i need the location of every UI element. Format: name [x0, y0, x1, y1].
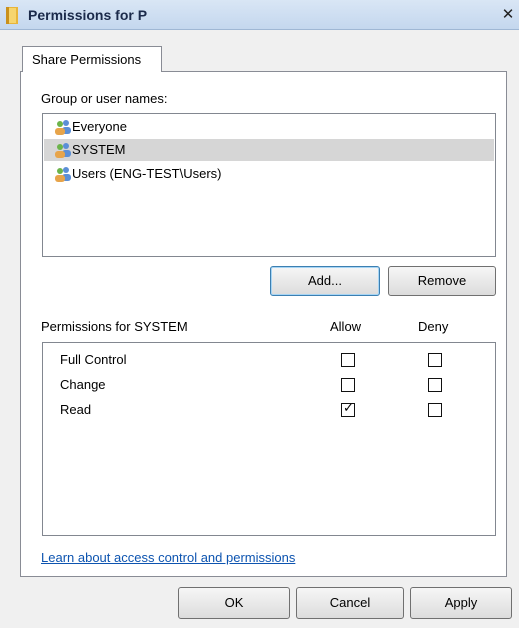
folder-icon — [6, 7, 18, 24]
list-item-label: Users (ENG-TEST\Users) — [72, 166, 222, 181]
apply-button[interactable]: Apply — [410, 587, 512, 619]
permission-name: Change — [60, 377, 106, 392]
list-item-label: Everyone — [72, 119, 127, 134]
checkmark-icon: ✓ — [343, 400, 354, 415]
access-control-help-link[interactable]: Learn about access control and permissio… — [41, 550, 295, 565]
remove-button[interactable]: Remove — [388, 266, 496, 296]
list-item-system[interactable]: SYSTEM — [44, 139, 494, 161]
ok-button[interactable]: OK — [178, 587, 290, 619]
permission-name: Full Control — [60, 352, 127, 367]
change-deny-checkbox[interactable] — [428, 378, 442, 392]
read-deny-checkbox[interactable] — [428, 403, 442, 417]
permission-name: Read — [60, 402, 92, 417]
group-user-list[interactable]: Everyone SYSTEM Users (ENG-TEST\Users) — [42, 113, 496, 257]
read-allow-checkbox[interactable]: ✓ — [341, 400, 355, 417]
tab-share-permissions[interactable]: Share Permissions — [22, 46, 162, 72]
deny-column-header: Deny — [418, 319, 449, 334]
permissions-dialog: Permissions for P ✕ Share Permissions Gr… — [0, 0, 519, 628]
full-control-deny-checkbox[interactable] — [428, 353, 442, 367]
list-item-label: SYSTEM — [72, 142, 126, 157]
users-icon — [55, 143, 71, 158]
permissions-label: Permissions for SYSTEM — [41, 319, 188, 334]
full-control-allow-checkbox[interactable] — [341, 353, 355, 367]
list-item-everyone[interactable]: Everyone — [44, 116, 494, 138]
add-button[interactable]: Add... — [270, 266, 380, 296]
users-icon — [55, 120, 71, 135]
cancel-button[interactable]: Cancel — [296, 587, 404, 619]
tab-label: Share Permissions — [32, 52, 142, 67]
allow-column-header: Allow — [330, 319, 362, 334]
change-allow-checkbox[interactable] — [341, 378, 355, 392]
window-title: Permissions for P — [28, 7, 148, 23]
title-bar[interactable]: Permissions for P ✕ — [0, 0, 519, 30]
permissions-list: Full Control Change Read ✓ — [42, 342, 496, 536]
users-icon — [55, 167, 71, 182]
list-item-users[interactable]: Users (ENG-TEST\Users) — [44, 163, 494, 185]
close-button[interactable]: ✕ — [499, 6, 517, 24]
group-list-label: Group or user names: — [41, 91, 168, 106]
